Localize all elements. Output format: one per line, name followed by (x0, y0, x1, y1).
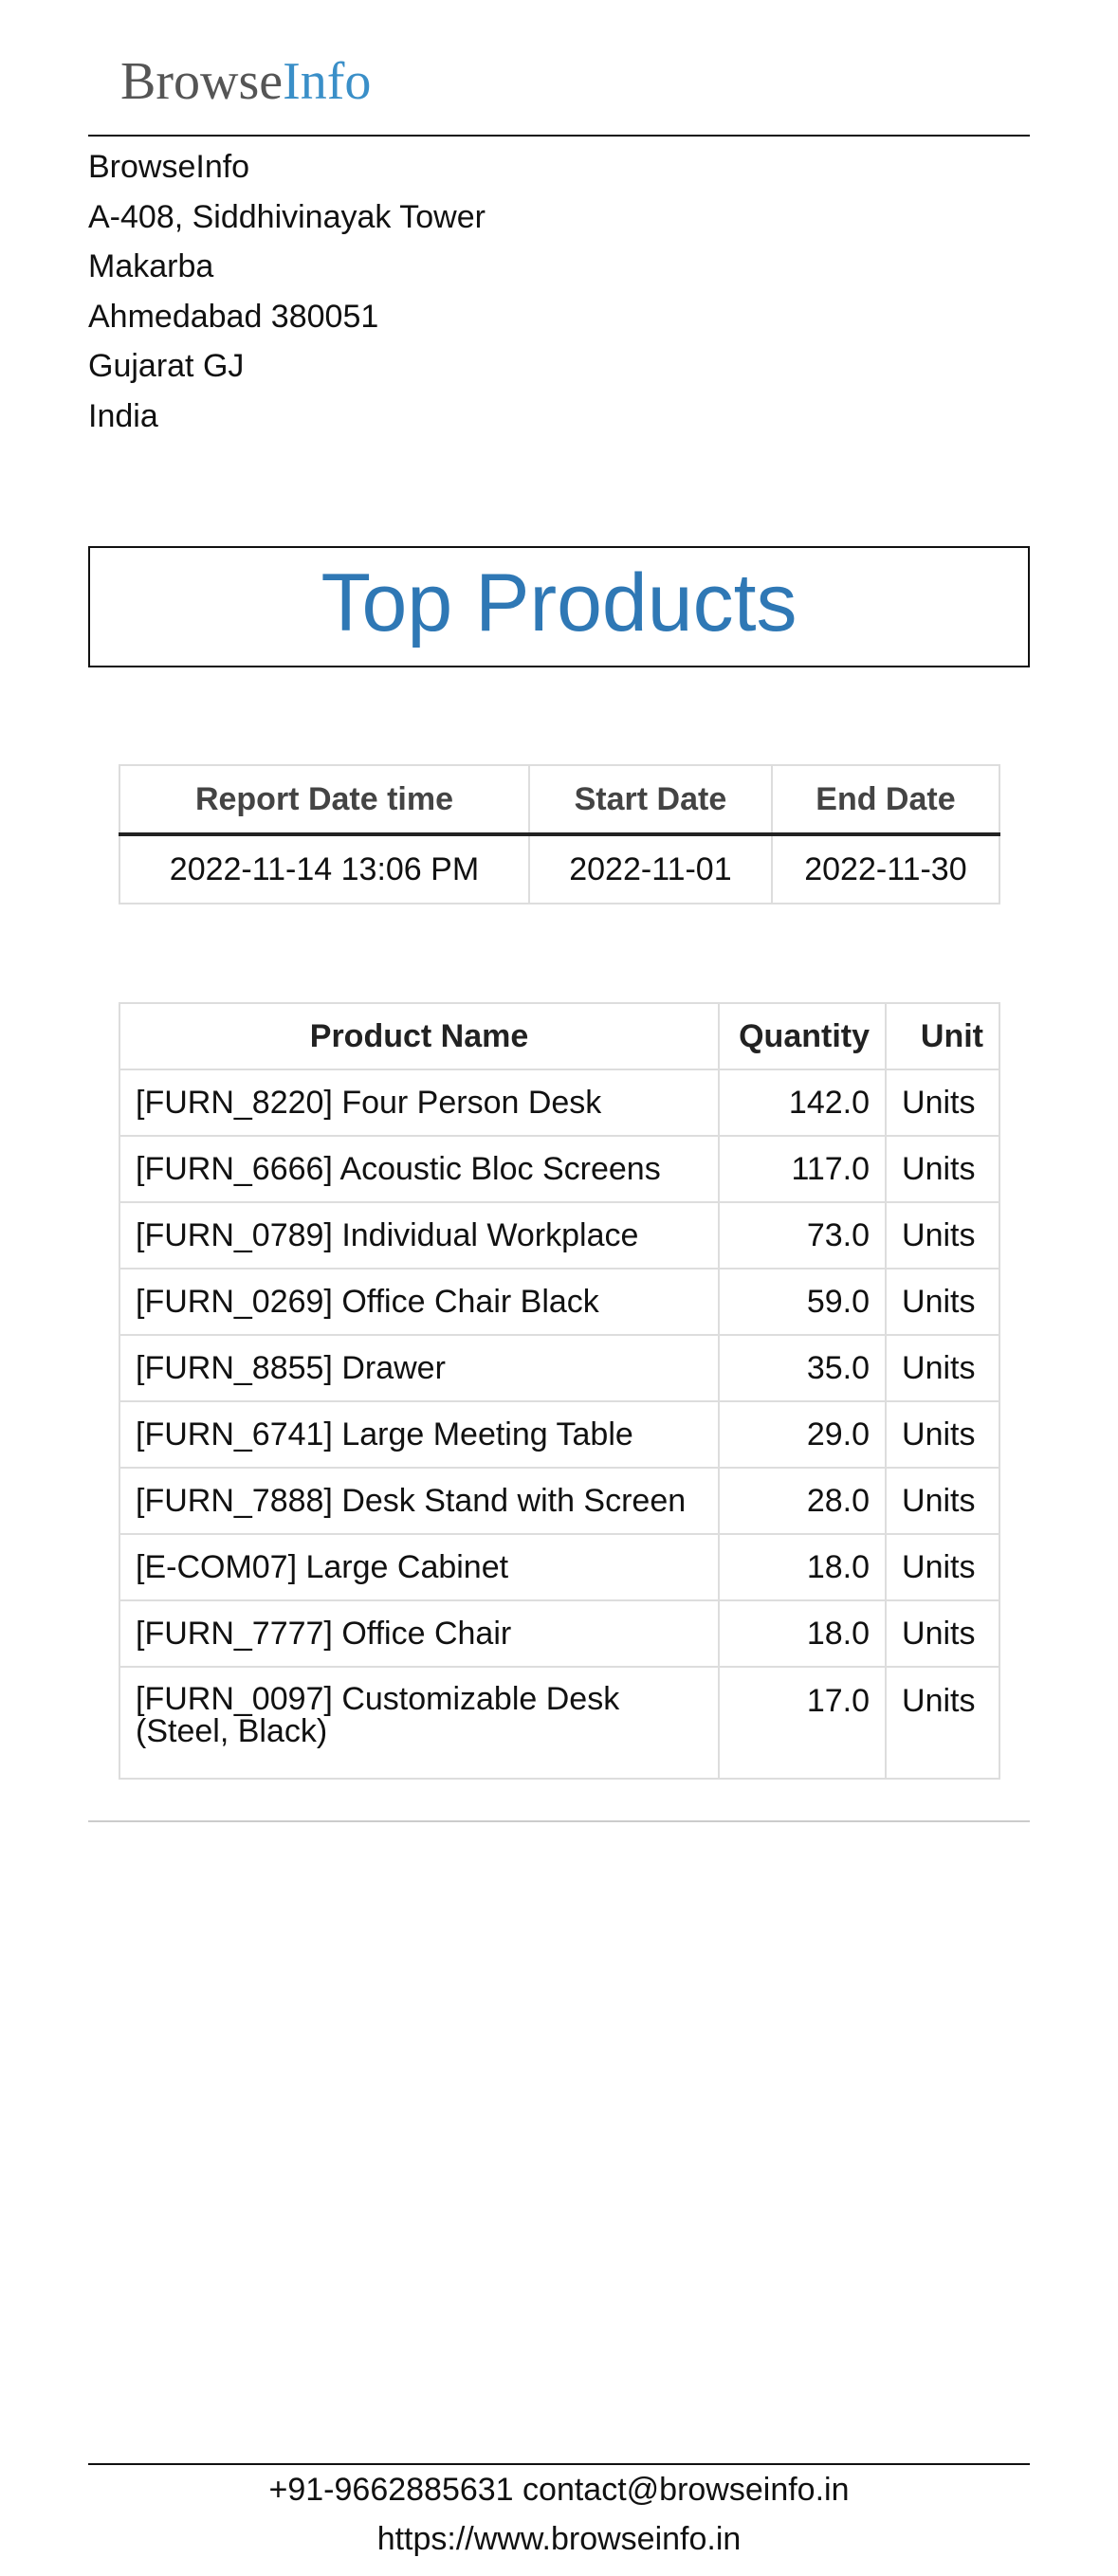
footer-website: https://www.browseinfo.in (376, 2521, 742, 2557)
page-footer: +91-9662885631 contact@browseinfo.in htt… (88, 2465, 1030, 2564)
table-row: [FURN_0097] Customizable Desk (Steel, Bl… (118, 1666, 1000, 1780)
report-date-time-value: 2022-11-14 13:06 PM (119, 833, 530, 904)
start-date-value: 2022-11-01 (527, 833, 773, 904)
product-name: [FURN_8855] Drawer (118, 1334, 721, 1402)
product-quantity: 117.0 (718, 1135, 888, 1203)
products-header-row: Product Name Quantity Unit (118, 1002, 1000, 1070)
address-area: Makarba (88, 248, 214, 284)
report-title-box: Top Products (88, 546, 1030, 667)
product-unit: Units (885, 1467, 1000, 1535)
address-country: India (88, 397, 158, 434)
product-quantity: 18.0 (718, 1599, 888, 1668)
product-quantity: 73.0 (718, 1201, 888, 1270)
product-quantity: 17.0 (718, 1666, 888, 1780)
product-name: [FURN_8220] Four Person Desk (118, 1069, 721, 1137)
product-unit: Units (885, 1599, 1000, 1668)
table-row: [FURN_8220] Four Person Desk 142.0 Units (118, 1069, 1000, 1137)
company-logo: BrowseInfo (120, 55, 371, 108)
table-row: [FURN_7777] Office Chair 18.0 Units (118, 1599, 1000, 1668)
product-quantity: 28.0 (718, 1467, 888, 1535)
product-unit: Units (885, 1533, 1000, 1601)
product-quantity: 35.0 (718, 1334, 888, 1402)
product-name: [FURN_7888] Desk Stand with Screen (118, 1467, 721, 1535)
header-quantity: Quantity (718, 1002, 888, 1070)
company-address: BrowseInfo A-408, Siddhivinayak Tower Ma… (88, 142, 752, 441)
product-unit: Units (885, 1201, 1000, 1270)
table-row: [FURN_0789] Individual Workplace 73.0 Un… (118, 1201, 1000, 1270)
header-report-date-time: Report Date time (119, 764, 530, 836)
product-name: [FURN_6666] Acoustic Bloc Screens (118, 1135, 721, 1203)
report-info-table: Report Date time Start Date End Date 202… (119, 764, 1001, 904)
report-title: Top Products (321, 557, 797, 649)
report-page: BrowseInfo BrowseInfo A-408, Siddhivinay… (88, 0, 1030, 2576)
table-row: [FURN_8855] Drawer 35.0 Units (118, 1334, 1000, 1402)
product-name: [FURN_0269] Office Chair Black (118, 1268, 721, 1336)
product-name: [FURN_6741] Large Meeting Table (118, 1400, 721, 1469)
end-date-value: 2022-11-30 (770, 833, 1001, 904)
product-quantity: 18.0 (718, 1533, 888, 1601)
table-row: [FURN_0269] Office Chair Black 59.0 Unit… (118, 1268, 1000, 1336)
address-company-name: BrowseInfo (88, 149, 250, 185)
content-end-divider (88, 1820, 1030, 1822)
product-unit: Units (885, 1334, 1000, 1402)
logo-info-text: Info (283, 52, 372, 111)
product-unit: Units (885, 1400, 1000, 1469)
address-city: Ahmedabad 380051 (88, 298, 379, 335)
footer-contact: +91-9662885631 contact@browseinfo.in (268, 2472, 850, 2508)
product-unit: Units (885, 1666, 1000, 1780)
product-quantity: 59.0 (718, 1268, 888, 1336)
header-divider (88, 135, 1030, 137)
table-row: [FURN_6741] Large Meeting Table 29.0 Uni… (118, 1400, 1000, 1469)
product-name: [FURN_0789] Individual Workplace (118, 1201, 721, 1270)
report-info-row: 2022-11-14 13:06 PM 2022-11-01 2022-11-3… (119, 833, 1001, 904)
header-unit: Unit (885, 1002, 1000, 1070)
product-name: [FURN_7777] Office Chair (118, 1599, 721, 1668)
product-unit: Units (885, 1268, 1000, 1336)
table-row: [FURN_7888] Desk Stand with Screen 28.0 … (118, 1467, 1000, 1535)
report-info-header-row: Report Date time Start Date End Date (119, 764, 1001, 836)
address-street: A-408, Siddhivinayak Tower (88, 198, 486, 235)
products-table: Product Name Quantity Unit [FURN_8220] F… (118, 1002, 1000, 1780)
table-row: [FURN_6666] Acoustic Bloc Screens 117.0 … (118, 1135, 1000, 1203)
product-unit: Units (885, 1069, 1000, 1137)
product-name: [FURN_0097] Customizable Desk (Steel, Bl… (118, 1666, 721, 1780)
header-end-date: End Date (770, 764, 1001, 836)
product-name: [E-COM07] Large Cabinet (118, 1533, 721, 1601)
header-start-date: Start Date (527, 764, 773, 836)
product-quantity: 29.0 (718, 1400, 888, 1469)
product-quantity: 142.0 (718, 1069, 888, 1137)
address-state: Gujarat GJ (88, 348, 245, 384)
table-row: [E-COM07] Large Cabinet 18.0 Units (118, 1533, 1000, 1601)
header-product-name: Product Name (118, 1002, 721, 1070)
product-unit: Units (885, 1135, 1000, 1203)
logo-browse-text: Browse (120, 52, 284, 111)
